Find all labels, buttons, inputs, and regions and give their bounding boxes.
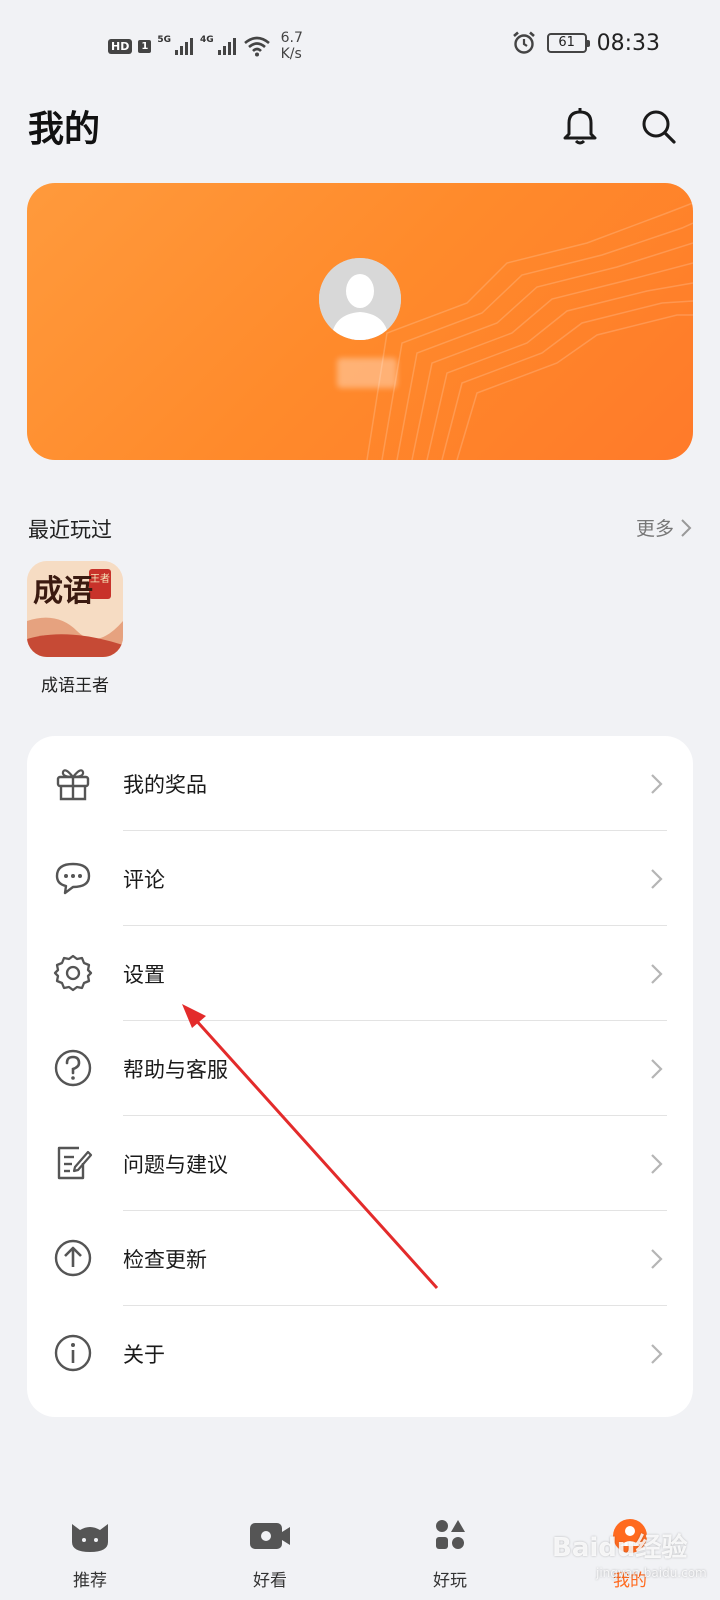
username-blurred [337, 358, 397, 388]
menu-item-settings[interactable]: 设置 [27, 926, 693, 1021]
menu-label: 关于 [123, 1343, 165, 1367]
help-icon [54, 1049, 92, 1087]
menu-item-help[interactable]: 帮助与客服 [27, 1021, 693, 1116]
menu-item-comments[interactable]: 评论 [27, 831, 693, 926]
game-icon-text: 成语 [33, 574, 93, 609]
menu-card: 我的奖品 评论 设置 帮助与客服 问题与建议 检查更新 关于 [27, 736, 693, 1417]
menu-item-update[interactable]: 检查更新 [27, 1211, 693, 1306]
status-left: HD 1 5G 4G 6.7 K/s [108, 30, 303, 62]
tab-video[interactable]: 好看 [220, 1518, 320, 1591]
chevron-right-icon [651, 1154, 663, 1174]
chevron-right-icon [651, 1344, 663, 1364]
menu-label: 检查更新 [123, 1248, 207, 1272]
game-badge-top: 王者 [90, 573, 110, 585]
wifi-icon [243, 36, 270, 57]
alarm-icon [512, 31, 535, 54]
signal-icon [217, 38, 236, 55]
bell-icon[interactable] [558, 104, 602, 148]
battery-indicator: 61 [546, 33, 590, 53]
tab-games[interactable]: 好玩 [400, 1518, 500, 1591]
recent-title: 最近玩过 [28, 518, 112, 542]
network-5g-label: 5G [157, 35, 171, 45]
more-label: 更多 [635, 518, 674, 540]
gift-icon [56, 769, 90, 801]
game-name: 成语王者 [41, 676, 109, 696]
speed-unit: K/s [280, 46, 302, 62]
status-bar: HD 1 5G 4G 6.7 K/s 61 08:33 [0, 0, 720, 92]
chevron-right-icon [681, 518, 692, 537]
clock: 08:33 [596, 30, 660, 56]
update-icon [54, 1239, 92, 1277]
recent-section-header: 最近玩过 更多 [28, 514, 692, 544]
gear-icon [53, 954, 93, 992]
chevron-right-icon [651, 869, 663, 889]
menu-item-prizes[interactable]: 我的奖品 [27, 736, 693, 831]
chevron-right-icon [651, 964, 663, 984]
network-4g-label: 4G [199, 35, 214, 45]
speed-value: 6.7 [280, 30, 303, 46]
menu-label: 设置 [123, 963, 165, 987]
chevron-right-icon [651, 1059, 663, 1079]
info-icon [54, 1334, 92, 1372]
comment-icon [55, 862, 91, 895]
hd-badge: HD [108, 38, 133, 54]
status-right: 61 08:33 [511, 30, 660, 56]
signal-icon [174, 38, 193, 55]
tab-label: 推荐 [73, 1571, 107, 1591]
menu-label: 问题与建议 [123, 1153, 228, 1177]
more-link[interactable]: 更多 [636, 514, 692, 541]
tab-label: 好玩 [433, 1571, 467, 1591]
watermark: Baidu经验 [552, 1533, 688, 1563]
video-icon [250, 1523, 290, 1549]
menu-label: 帮助与客服 [123, 1058, 228, 1082]
games-icon [436, 1520, 465, 1549]
sim-badge: 1 [138, 39, 152, 53]
page-title: 我的 [28, 109, 101, 150]
menu-item-about[interactable]: 关于 [27, 1306, 693, 1401]
menu-label: 评论 [123, 868, 165, 892]
game-icon[interactable]: 王者 成语 [27, 561, 123, 657]
menu-label: 我的奖品 [123, 773, 207, 797]
profile-card[interactable] [27, 183, 693, 460]
chevron-right-icon [651, 774, 663, 794]
tab-label: 好看 [253, 1571, 287, 1591]
tab-recommend[interactable]: 推荐 [40, 1518, 140, 1591]
search-icon[interactable] [636, 104, 680, 148]
avatar[interactable] [319, 258, 401, 340]
watermark-sub: jingyan.baidu.com [596, 1566, 707, 1580]
chevron-right-icon [651, 1249, 663, 1269]
recommend-icon [72, 1524, 108, 1552]
network-speed: 6.7 K/s [281, 30, 303, 62]
menu-item-feedback[interactable]: 问题与建议 [27, 1116, 693, 1211]
recent-game-item[interactable]: 王者 成语 成语王者 [27, 561, 123, 696]
page-header: 我的 [28, 96, 692, 156]
feedback-icon [57, 1146, 93, 1180]
